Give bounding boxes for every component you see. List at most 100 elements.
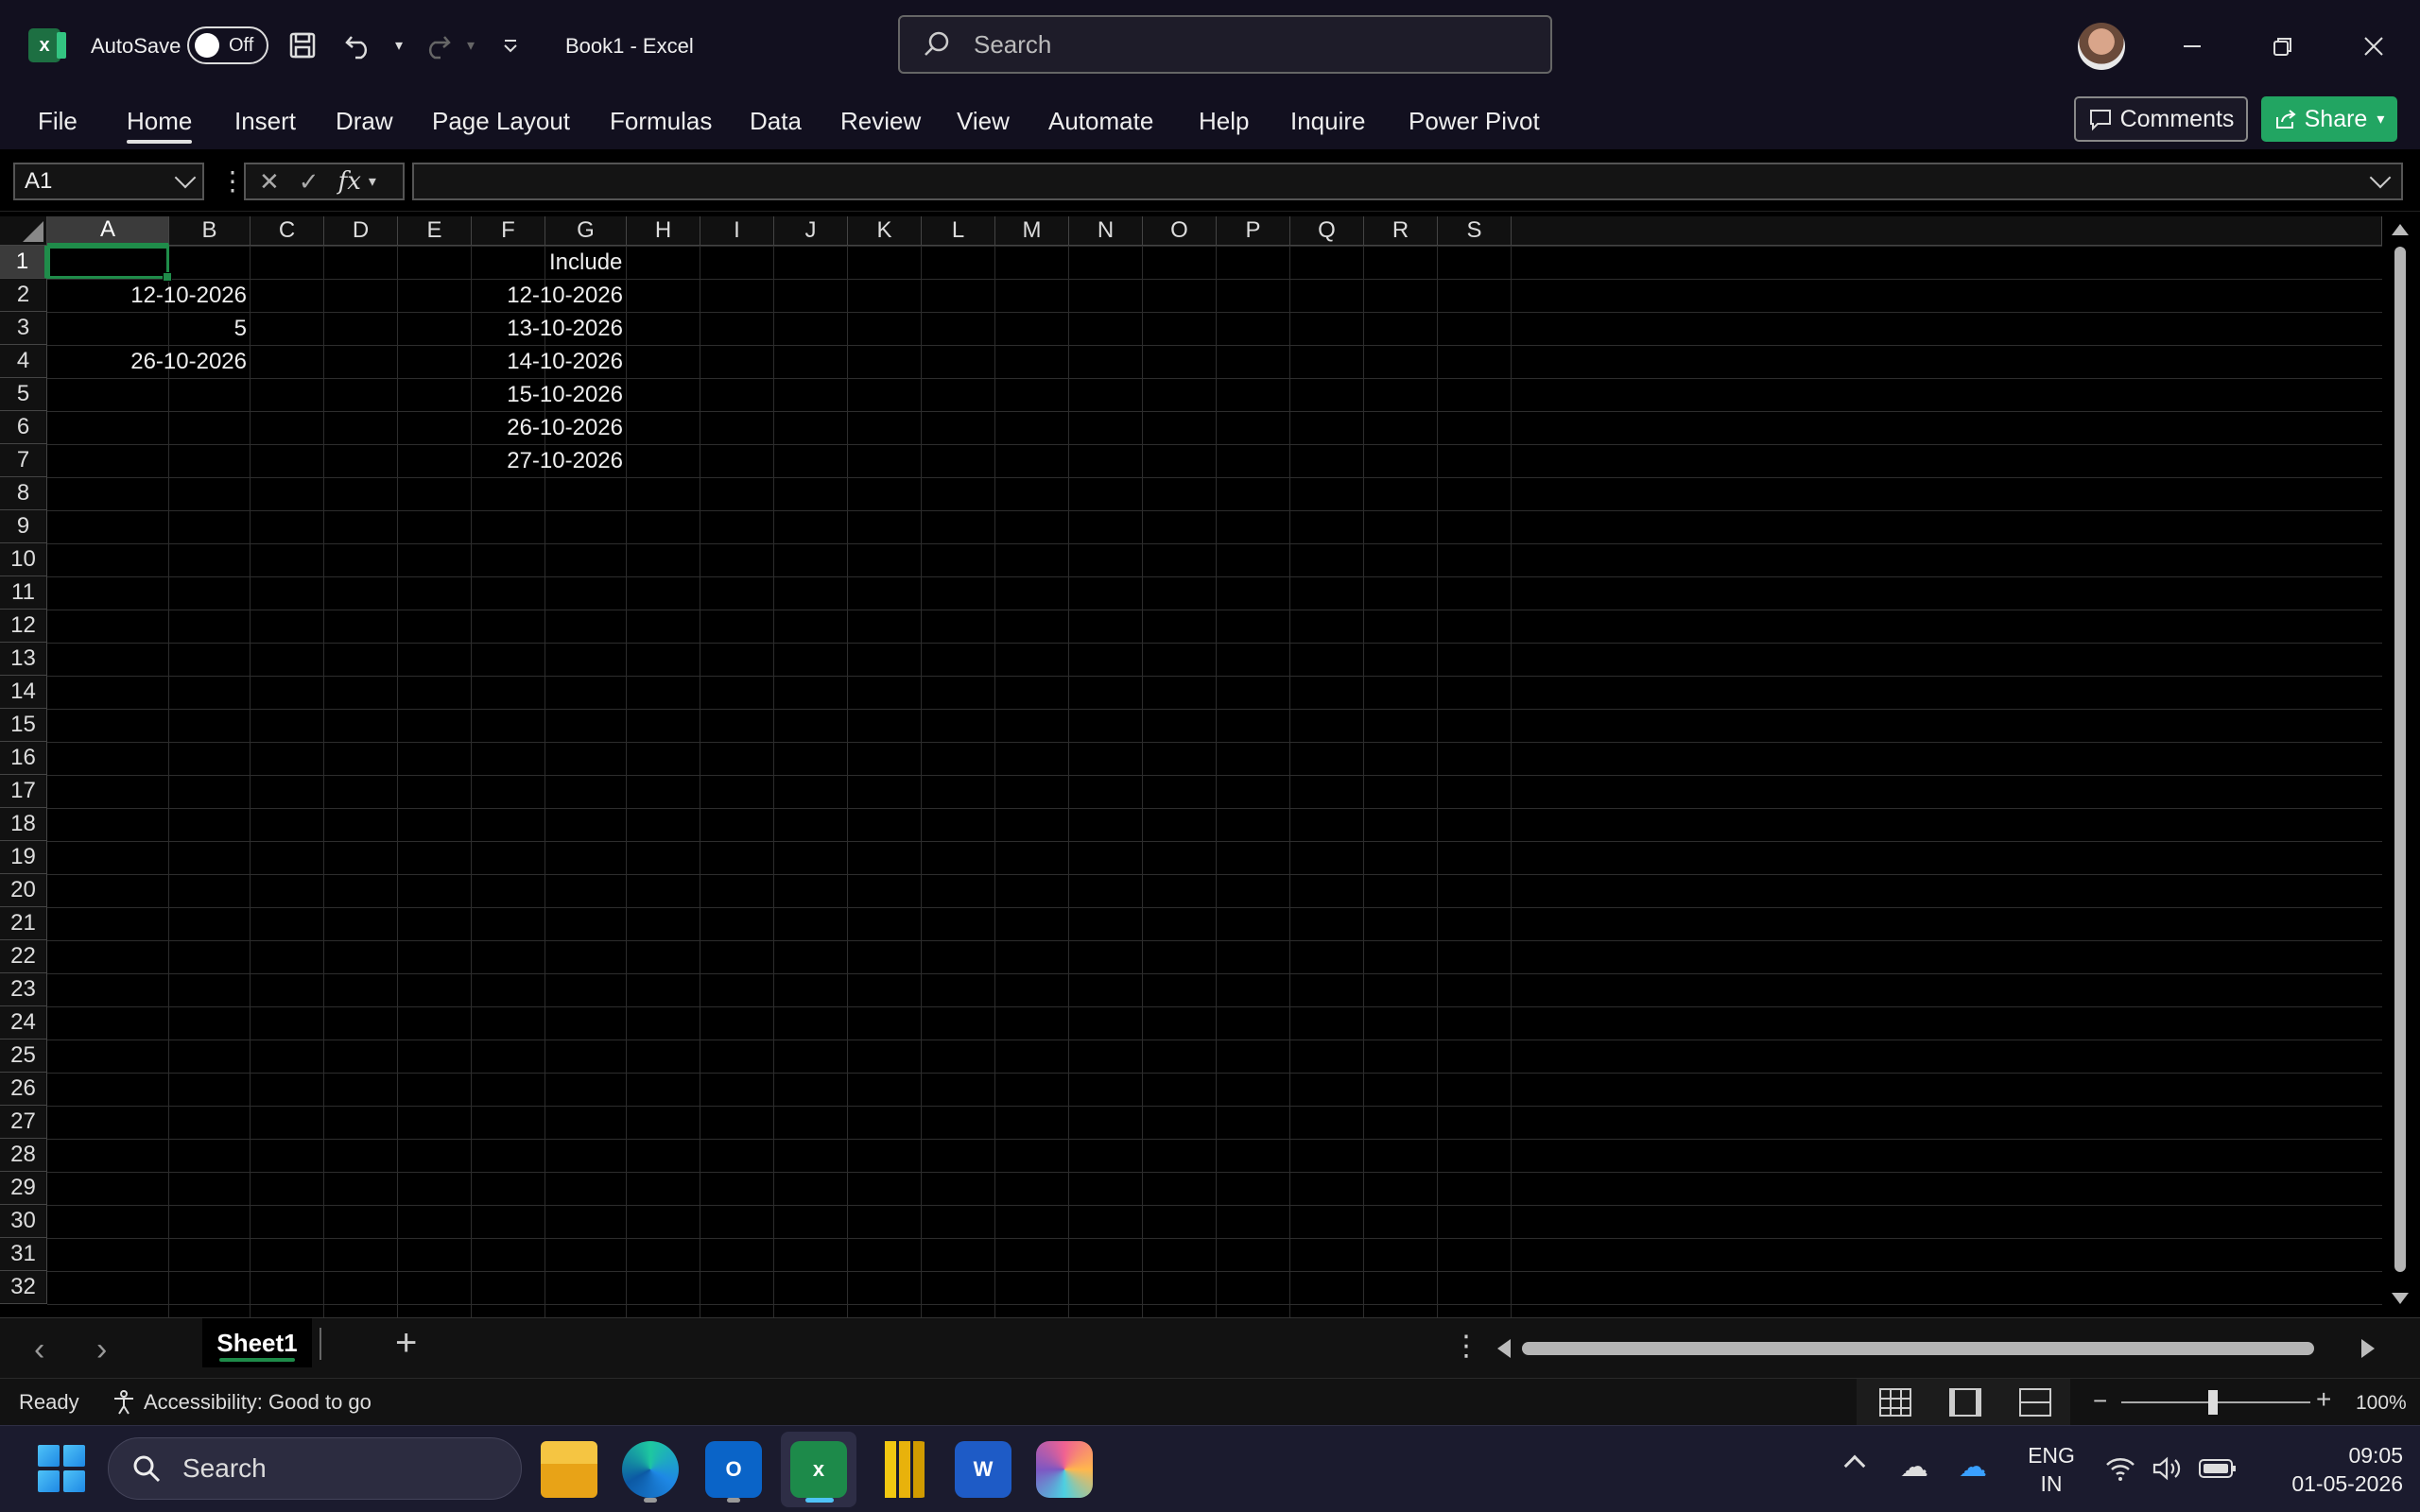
row-header-28[interactable]: 28 — [0, 1139, 47, 1172]
row-header-32[interactable]: 32 — [0, 1271, 47, 1304]
edge-icon[interactable] — [622, 1441, 679, 1498]
page-break-view-icon[interactable] — [2019, 1388, 2051, 1417]
redo-dropdown-icon[interactable]: ▾ — [454, 28, 488, 62]
power-bi-icon[interactable] — [873, 1441, 930, 1498]
tab-inquire[interactable]: Inquire — [1290, 93, 1366, 149]
restore-icon[interactable] — [2259, 23, 2307, 70]
undo-icon[interactable] — [342, 28, 376, 62]
tab-power-pivot[interactable]: Power Pivot — [1409, 93, 1540, 149]
spreadsheet-grid[interactable]: ABCDEFGHIJKLMNOPQRS 1 2 3 4 5 6 7 8 9 10 11 12 13 14 1… — [0, 216, 2382, 1317]
column-header-e[interactable]: E — [398, 216, 472, 246]
row-header-3[interactable]: 3 — [0, 312, 47, 345]
next-sheet-icon[interactable]: › — [96, 1332, 107, 1368]
scroll-up-icon[interactable] — [2392, 224, 2409, 235]
formula-input[interactable] — [412, 163, 2403, 200]
row-header-14[interactable]: 14 — [0, 676, 47, 709]
select-all-corner[interactable] — [0, 216, 47, 246]
zoom-slider-thumb[interactable] — [2208, 1390, 2218, 1415]
row-header-11[interactable]: 11 — [0, 576, 47, 610]
cell-b2[interactable]: 12-10-2026 — [130, 279, 251, 312]
tab-view[interactable]: View — [957, 93, 1010, 149]
file-explorer-icon[interactable] — [541, 1441, 597, 1498]
tab-page-layout[interactable]: Page Layout — [432, 93, 570, 149]
column-header-h[interactable]: H — [627, 216, 700, 246]
column-header-j[interactable]: J — [774, 216, 848, 246]
cell-g3[interactable]: 13-10-2026 — [507, 312, 627, 345]
show-hidden-icons-icon[interactable] — [1843, 1454, 1866, 1477]
wifi-icon[interactable] — [2104, 1454, 2136, 1483]
close-icon[interactable] — [2350, 23, 2397, 70]
cell-g2[interactable]: 12-10-2026 — [507, 279, 627, 312]
battery-icon[interactable] — [2199, 1458, 2237, 1479]
column-header-d[interactable]: D — [324, 216, 398, 246]
column-header-l[interactable]: L — [922, 216, 995, 246]
row-header-10[interactable]: 10 — [0, 543, 47, 576]
sheet-tab-sheet1[interactable]: Sheet1 — [202, 1318, 312, 1367]
row-header-17[interactable]: 17 — [0, 775, 47, 808]
tab-help[interactable]: Help — [1199, 93, 1249, 149]
save-icon[interactable] — [285, 28, 320, 62]
tab-review[interactable]: Review — [840, 93, 921, 149]
row-header-2[interactable]: 2 — [0, 279, 47, 312]
row-header-22[interactable]: 22 — [0, 940, 47, 973]
share-dropdown-icon[interactable]: ▾ — [2377, 110, 2384, 129]
expand-formula-bar-icon[interactable] — [2369, 166, 2392, 189]
clock[interactable]: 09:05 01-05-2026 — [2261, 1441, 2403, 1498]
row-header-16[interactable]: 16 — [0, 742, 47, 775]
scroll-down-icon[interactable] — [2392, 1293, 2409, 1304]
column-header-s[interactable]: S — [1438, 216, 1512, 246]
tab-formulas[interactable]: Formulas — [610, 93, 712, 149]
row-header-25[interactable]: 25 — [0, 1040, 47, 1073]
name-box[interactable]: A1 — [13, 163, 204, 200]
customize-toolbar-icon[interactable] — [493, 28, 527, 62]
onedrive-icon[interactable]: ☁ — [1959, 1451, 1987, 1484]
cloud-icon[interactable]: ☁ — [1900, 1451, 1928, 1484]
column-header-a[interactable]: A — [47, 216, 169, 246]
accessibility-icon[interactable] — [110, 1388, 138, 1417]
row-header-24[interactable]: 24 — [0, 1006, 47, 1040]
row-header-9[interactable]: 9 — [0, 510, 47, 543]
tab-data[interactable]: Data — [750, 93, 802, 149]
start-icon[interactable] — [38, 1445, 85, 1492]
cell-g4[interactable]: 14-10-2026 — [507, 345, 627, 378]
column-header-o[interactable]: O — [1143, 216, 1217, 246]
tab-draw[interactable]: Draw — [336, 93, 393, 149]
zoom-out-icon[interactable]: − — [2093, 1386, 2107, 1416]
add-sheet-icon[interactable]: + — [395, 1322, 417, 1365]
zoom-level[interactable]: 100% — [2356, 1392, 2407, 1415]
row-header-29[interactable]: 29 — [0, 1172, 47, 1205]
tab-file[interactable]: File — [38, 93, 78, 149]
vertical-scrollbar[interactable] — [2382, 216, 2420, 1317]
row-header-21[interactable]: 21 — [0, 907, 47, 940]
row-header-23[interactable]: 23 — [0, 973, 47, 1006]
row-header-5[interactable]: 5 — [0, 378, 47, 411]
column-header-f[interactable]: F — [472, 216, 545, 246]
tab-split-handle-icon[interactable]: ⋮ — [1452, 1330, 1480, 1363]
row-header-8[interactable]: 8 — [0, 477, 47, 510]
redo-icon[interactable] — [420, 28, 454, 62]
title-search-box[interactable]: Search — [898, 15, 1552, 74]
row-header-4[interactable]: 4 — [0, 345, 47, 378]
normal-view-icon[interactable] — [1879, 1388, 1911, 1417]
name-box-dropdown-icon[interactable] — [174, 166, 197, 189]
taskbar-search[interactable]: Search — [108, 1437, 522, 1500]
row-header-19[interactable]: 19 — [0, 841, 47, 874]
column-header-b[interactable]: B — [169, 216, 251, 246]
undo-dropdown-icon[interactable]: ▾ — [382, 28, 416, 62]
row-header-26[interactable]: 26 — [0, 1073, 47, 1106]
column-header-i[interactable]: I — [700, 216, 774, 246]
row-header-31[interactable]: 31 — [0, 1238, 47, 1271]
excel-icon[interactable]: x — [790, 1441, 847, 1498]
row-header-1[interactable]: 1 — [0, 246, 47, 279]
fx-dropdown-icon[interactable]: ▾ — [369, 172, 376, 191]
row-header-6[interactable]: 6 — [0, 411, 47, 444]
cell-g1[interactable]: Include — [545, 246, 627, 279]
cancel-entry-icon[interactable]: ✕ — [259, 167, 280, 197]
cell-g6[interactable]: 26-10-2026 — [507, 411, 627, 444]
comments-button[interactable]: Comments — [2074, 96, 2248, 142]
avatar[interactable] — [2078, 23, 2125, 70]
column-header-n[interactable]: N — [1069, 216, 1143, 246]
column-header-m[interactable]: M — [995, 216, 1069, 246]
column-header-c[interactable]: C — [251, 216, 324, 246]
tab-home[interactable]: Home — [127, 93, 193, 149]
